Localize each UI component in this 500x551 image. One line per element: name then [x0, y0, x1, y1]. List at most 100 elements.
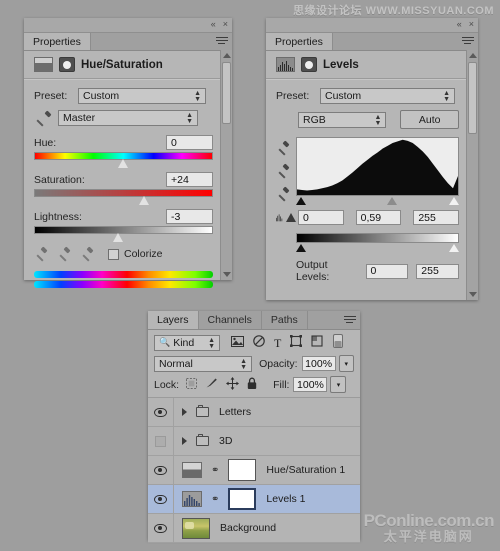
layer-visibility-toggle-off[interactable]	[148, 427, 174, 455]
opacity-field[interactable]: 100%	[302, 356, 336, 371]
layer-mask-thumbnail[interactable]	[228, 488, 256, 510]
filter-kind-select[interactable]: 🔍 Kind ▲▼	[154, 335, 220, 351]
expand-arrow-icon[interactable]	[182, 408, 187, 416]
lock-position-icon[interactable]	[226, 377, 239, 393]
adjustment-layer-icon[interactable]	[253, 335, 265, 350]
layer-mask-thumbnail[interactable]	[228, 459, 256, 481]
layer-visibility-toggle-on[interactable]	[148, 456, 174, 484]
lightness-slider[interactable]	[34, 226, 213, 240]
auto-button[interactable]: Auto	[400, 110, 459, 129]
saturation-slider-thumb[interactable]	[139, 196, 150, 205]
collapse-icon[interactable]: «	[211, 19, 216, 29]
output-black-value: 0	[371, 265, 377, 277]
pixel-layer-icon[interactable]	[231, 336, 244, 350]
watermark-bottom-line2: 太平洋电脑网	[364, 530, 494, 545]
close-icon[interactable]: ×	[469, 19, 474, 29]
scroll-up-icon[interactable]	[469, 53, 477, 58]
input-black-field[interactable]: 0	[298, 210, 344, 225]
opacity-dropdown-button[interactable]: ▾	[339, 355, 354, 372]
tab-properties[interactable]: Properties	[266, 33, 333, 50]
fill-dropdown-button[interactable]: ▾	[330, 376, 346, 393]
panel-scrollbar[interactable]	[220, 50, 232, 280]
blend-mode-select[interactable]: Normal ▲▼	[154, 356, 252, 372]
hue-slider[interactable]	[34, 152, 213, 166]
output-white-slider[interactable]	[449, 244, 459, 252]
eyedropper-icon[interactable]	[34, 247, 48, 261]
mask-link-icon[interactable]: ⚭	[211, 465, 219, 476]
input-black-value: 0	[303, 212, 309, 224]
output-black-slider[interactable]	[296, 244, 306, 252]
lightness-label: Lightness:	[34, 211, 82, 223]
scroll-up-icon[interactable]	[223, 53, 231, 58]
eyedropper-gray-icon[interactable]	[276, 164, 290, 178]
eyedropper-black-icon[interactable]	[276, 141, 290, 155]
lightness-value: -3	[171, 211, 180, 223]
input-gamma-field[interactable]: 0,59	[356, 210, 402, 225]
hue-slider-thumb[interactable]	[118, 159, 129, 168]
hue-value-field[interactable]: 0	[166, 135, 213, 150]
tab-empty-area	[333, 33, 478, 50]
preset-select[interactable]: Custom ▲▼	[320, 88, 455, 104]
layer-visibility-toggle-on[interactable]	[148, 398, 174, 426]
mask-link-icon[interactable]: ⚭	[211, 494, 219, 505]
clip-to-layer-icon[interactable]	[301, 57, 317, 72]
collapse-icon[interactable]: «	[457, 19, 462, 29]
preset-select[interactable]: Custom ▲▼	[78, 88, 206, 104]
scroll-down-icon[interactable]	[469, 292, 477, 297]
table-row[interactable]: ⚭Levels 1	[148, 485, 360, 514]
panel-menu-icon[interactable]	[344, 316, 356, 325]
channel-select[interactable]: Master ▲▼	[58, 110, 198, 126]
lightness-value-field[interactable]: -3	[166, 209, 213, 224]
panel-menu-icon[interactable]	[462, 37, 474, 46]
input-gamma-slider[interactable]	[387, 197, 397, 205]
opacity-label: Opacity:	[259, 358, 298, 370]
input-white-field[interactable]: 255	[413, 210, 459, 225]
close-icon[interactable]: ×	[223, 19, 228, 29]
panel-titlebar: « ×	[24, 18, 232, 33]
output-black-field[interactable]: 0	[366, 264, 409, 279]
table-row[interactable]: 3D	[148, 427, 360, 456]
layer-visibility-toggle-on[interactable]	[148, 514, 174, 542]
input-black-slider[interactable]	[296, 197, 306, 205]
saturation-slider[interactable]	[34, 189, 213, 203]
clipping-warning-icon[interactable]	[286, 213, 296, 222]
channel-value: RGB	[303, 114, 326, 126]
panel-scrollbar[interactable]	[466, 50, 478, 300]
hand-icon[interactable]	[34, 111, 52, 126]
type-layer-icon[interactable]: T	[274, 338, 281, 348]
lock-transparency-icon[interactable]	[186, 378, 197, 392]
table-row[interactable]: ⚭Hue/Saturation 1	[148, 456, 360, 485]
eyedropper-add-icon[interactable]	[57, 247, 71, 261]
smart-object-icon[interactable]	[311, 335, 323, 350]
layer-thumbnail[interactable]	[182, 518, 210, 539]
eyedropper-white-icon[interactable]	[276, 187, 290, 201]
scroll-down-icon[interactable]	[223, 272, 231, 277]
input-white-slider[interactable]	[449, 197, 459, 205]
scrollbar-thumb[interactable]	[222, 62, 231, 124]
eye-icon	[154, 466, 167, 475]
tab-properties[interactable]: Properties	[24, 33, 91, 50]
scrollbar-thumb[interactable]	[468, 62, 477, 134]
adjustment-title-row: Hue/Saturation	[24, 51, 232, 78]
tab-layers[interactable]: Layers	[148, 311, 199, 329]
channel-select[interactable]: RGB ▲▼	[298, 112, 386, 128]
layer-visibility-toggle-on[interactable]	[148, 485, 174, 513]
table-row[interactable]: Background	[148, 514, 360, 543]
colorize-checkbox[interactable]	[108, 249, 119, 260]
output-white-field[interactable]: 255	[416, 264, 459, 279]
lock-all-icon[interactable]	[247, 377, 257, 393]
filter-toggle-icon[interactable]	[333, 334, 343, 351]
fill-field[interactable]: 100%	[293, 377, 327, 392]
panel-menu-icon[interactable]	[216, 37, 228, 46]
tab-paths[interactable]: Paths	[262, 311, 308, 329]
shape-layer-icon[interactable]	[290, 335, 302, 350]
table-row[interactable]: Letters	[148, 398, 360, 427]
eyedropper-subtract-icon[interactable]	[80, 247, 94, 261]
lock-image-icon[interactable]	[205, 377, 218, 392]
preset-label: Preset:	[34, 90, 78, 102]
tab-channels[interactable]: Channels	[199, 311, 262, 329]
clip-to-layer-icon[interactable]	[59, 57, 75, 72]
expand-arrow-icon[interactable]	[182, 437, 187, 445]
saturation-value-field[interactable]: +24	[166, 172, 213, 187]
lightness-slider-thumb[interactable]	[113, 233, 124, 242]
